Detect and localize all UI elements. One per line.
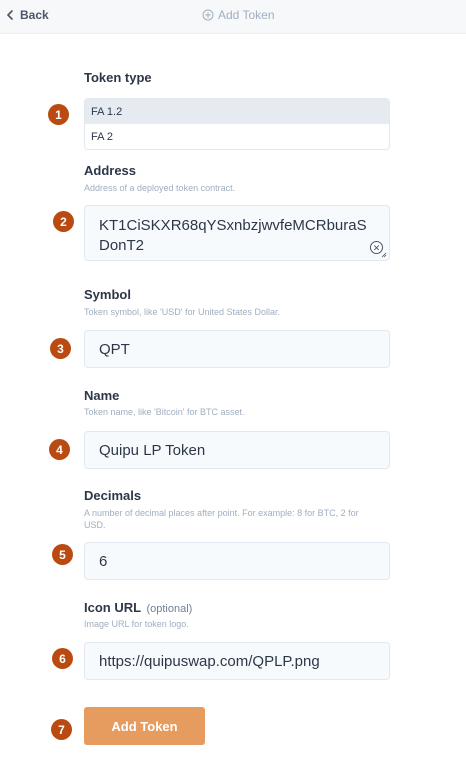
optional-tag: (optional) <box>146 603 193 615</box>
chevron-left-icon <box>7 10 13 20</box>
step-badge-6: 6 <box>52 648 73 669</box>
address-label: Address <box>84 163 137 178</box>
address-value: KT1CiSKXR68qYSxnbzjwvfeMCRburaSDonT2 <box>99 217 367 254</box>
name-value: Quipu LP Token <box>99 441 206 459</box>
symbol-hint: Token symbol, like 'USD' for United Stat… <box>84 307 281 317</box>
decimals-value: 6 <box>99 552 108 570</box>
back-button[interactable]: Back <box>6 7 49 23</box>
token-type-label: Token type <box>84 70 152 85</box>
token-type-option-fa2[interactable]: FA 2 <box>85 124 389 149</box>
step-badge-4: 4 <box>49 439 70 460</box>
symbol-field[interactable]: QPT <box>84 330 390 368</box>
icon-url-hint: Image URL for token logo. <box>84 619 189 629</box>
decimals-hint: A number of decimal places after point. … <box>84 508 359 530</box>
icon-url-label-text: Icon URL <box>84 600 141 615</box>
symbol-value: QPT <box>99 340 130 358</box>
token-type-select[interactable]: FA 1.2 FA 2 <box>84 98 390 150</box>
decimals-field[interactable]: 6 <box>84 542 390 580</box>
page-title-text: Add Token <box>218 8 275 22</box>
icon-url-field[interactable]: https://quipuswap.com/QPLP.png <box>84 642 390 680</box>
step-badge-1: 1 <box>48 104 69 125</box>
decimals-label: Decimals <box>84 488 142 503</box>
step-badge-2: 2 <box>53 211 74 232</box>
step-badge-5: 5 <box>52 544 73 565</box>
resize-handle-icon[interactable] <box>381 252 387 258</box>
symbol-label: Symbol <box>84 287 131 302</box>
header-bar: Back Add Token <box>0 0 466 34</box>
token-type-option-fa12[interactable]: FA 1.2 <box>85 99 389 124</box>
name-field[interactable]: Quipu LP Token <box>84 431 390 469</box>
page-title: Add Token <box>202 7 275 23</box>
name-hint: Token name, like 'Bitcoin' for BTC asset… <box>84 407 245 417</box>
step-badge-7: 7 <box>51 719 72 740</box>
add-token-button[interactable]: Add Token <box>84 707 205 745</box>
add-circle-icon <box>202 9 214 21</box>
icon-url-label: Icon URL (optional) <box>84 600 192 615</box>
address-field[interactable]: KT1CiSKXR68qYSxnbzjwvfeMCRburaSDonT2 ✕ <box>84 205 390 261</box>
name-label: Name <box>84 388 120 403</box>
address-hint: Address of a deployed token contract. <box>84 183 236 193</box>
step-badge-3: 3 <box>50 338 71 359</box>
icon-url-value: https://quipuswap.com/QPLP.png <box>99 652 320 670</box>
back-label: Back <box>20 8 49 22</box>
